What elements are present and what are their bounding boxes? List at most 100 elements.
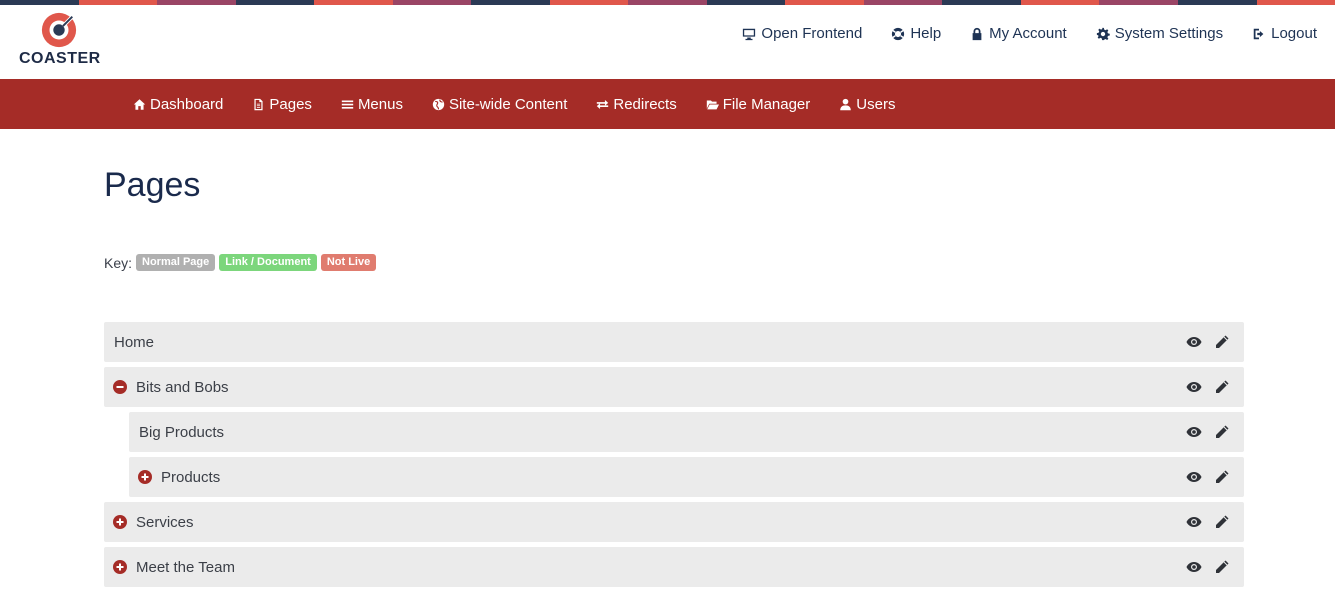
page-row-actions (1186, 559, 1230, 575)
help-label: Help (910, 25, 941, 42)
stripe-segment (1021, 0, 1100, 5)
expand-plus-icon[interactable] (138, 470, 152, 484)
lock-icon (970, 27, 984, 41)
file-icon (252, 98, 265, 111)
nav-users-label: Users (856, 96, 895, 113)
nav-users[interactable]: Users (839, 96, 895, 113)
nav-redirects-label: Redirects (613, 96, 676, 113)
view-eye-icon[interactable] (1186, 514, 1202, 530)
page-row-actions (1186, 469, 1230, 485)
brand-name: COASTER (19, 50, 101, 68)
page-row-label[interactable]: Products (161, 469, 220, 486)
page-row: Big Products (129, 412, 1244, 452)
stripe-segment (1178, 0, 1257, 5)
page-row-actions (1186, 379, 1230, 395)
nav-dashboard-label: Dashboard (150, 96, 223, 113)
my-account-link[interactable]: My Account (970, 25, 1067, 42)
normal-page-badge: Normal Page (136, 254, 215, 271)
not-live-badge: Not Live (321, 254, 376, 271)
edit-pencil-icon[interactable] (1214, 469, 1230, 485)
help-link[interactable]: Help (891, 25, 941, 42)
system-settings-link[interactable]: System Settings (1096, 25, 1223, 42)
page-row-actions (1186, 424, 1230, 440)
view-eye-icon[interactable] (1186, 424, 1202, 440)
sign-out-icon (1252, 27, 1266, 41)
logout-label: Logout (1271, 25, 1317, 42)
coaster-logo-icon (40, 11, 78, 49)
stripe-segment (864, 0, 943, 5)
page-title: Pages (104, 166, 200, 205)
my-account-label: My Account (989, 25, 1067, 42)
stripe-segment (471, 0, 550, 5)
top-navigation: Open Frontend Help My Account System Set… (742, 25, 1317, 42)
nav-file-manager-label: File Manager (723, 96, 811, 113)
view-eye-icon[interactable] (1186, 379, 1202, 395)
globe-icon (432, 98, 445, 111)
page-row: Products (129, 457, 1244, 497)
nav-site-wide-content[interactable]: Site-wide Content (432, 96, 567, 113)
nav-pages-label: Pages (269, 96, 312, 113)
page-row: Meet the Team (104, 547, 1244, 587)
nav-pages[interactable]: Pages (252, 96, 312, 113)
user-icon (839, 98, 852, 111)
nav-menus-label: Menus (358, 96, 403, 113)
open-frontend-label: Open Frontend (761, 25, 862, 42)
stripe-segment (1099, 0, 1178, 5)
view-eye-icon[interactable] (1186, 334, 1202, 350)
stripe-segment (393, 0, 472, 5)
stripe-segment (785, 0, 864, 5)
stripe-segment (236, 0, 315, 5)
edit-pencil-icon[interactable] (1214, 514, 1230, 530)
open-frontend-link[interactable]: Open Frontend (742, 25, 862, 42)
stripe-segment (628, 0, 707, 5)
nav-dashboard[interactable]: Dashboard (133, 96, 223, 113)
stripe-segment (550, 0, 629, 5)
coaster-logo[interactable]: COASTER (19, 11, 101, 71)
key-label: Key: (104, 255, 132, 271)
stripe-segment (314, 0, 393, 5)
page-tree: Home Bits and Bobs Big Products Products Ser… (104, 322, 1244, 592)
stripe-segment (157, 0, 236, 5)
view-eye-icon[interactable] (1186, 469, 1202, 485)
page-row-actions (1186, 514, 1230, 530)
edit-pencil-icon[interactable] (1214, 559, 1230, 575)
lifebuoy-icon (891, 27, 905, 41)
gear-icon (1096, 27, 1110, 41)
monitor-icon (742, 27, 756, 41)
folder-open-icon (706, 98, 719, 111)
page-row-actions (1186, 334, 1230, 350)
system-settings-label: System Settings (1115, 25, 1223, 42)
stripe-segment (942, 0, 1021, 5)
page-row-label[interactable]: Big Products (139, 424, 224, 441)
page-type-key: Key: Normal Page Link / Document Not Liv… (104, 254, 376, 271)
page-row-label[interactable]: Bits and Bobs (136, 379, 229, 396)
page-row-label[interactable]: Services (136, 514, 194, 531)
exchange-icon (596, 98, 609, 111)
view-eye-icon[interactable] (1186, 559, 1202, 575)
nav-redirects[interactable]: Redirects (596, 96, 676, 113)
edit-pencil-icon[interactable] (1214, 379, 1230, 395)
bars-icon (341, 98, 354, 111)
nav-file-manager[interactable]: File Manager (706, 96, 811, 113)
home-icon (133, 98, 146, 111)
page-row: Home (104, 322, 1244, 362)
top-color-stripe (0, 0, 1335, 5)
stripe-segment (0, 0, 79, 5)
stripe-segment (79, 0, 158, 5)
stripe-segment (707, 0, 786, 5)
edit-pencil-icon[interactable] (1214, 424, 1230, 440)
main-navigation: Dashboard Pages Menus Site-wide Content … (0, 79, 1335, 129)
expand-plus-icon[interactable] (113, 560, 127, 574)
stripe-segment (1257, 0, 1335, 5)
page-row: Services (104, 502, 1244, 542)
page-row: Bits and Bobs (104, 367, 1244, 407)
nav-site-wide-content-label: Site-wide Content (449, 96, 567, 113)
page-row-label[interactable]: Home (114, 334, 154, 351)
link-document-badge: Link / Document (219, 254, 317, 271)
edit-pencil-icon[interactable] (1214, 334, 1230, 350)
collapse-minus-icon[interactable] (113, 380, 127, 394)
page-row-label[interactable]: Meet the Team (136, 559, 235, 576)
nav-menus[interactable]: Menus (341, 96, 403, 113)
logout-link[interactable]: Logout (1252, 25, 1317, 42)
expand-plus-icon[interactable] (113, 515, 127, 529)
